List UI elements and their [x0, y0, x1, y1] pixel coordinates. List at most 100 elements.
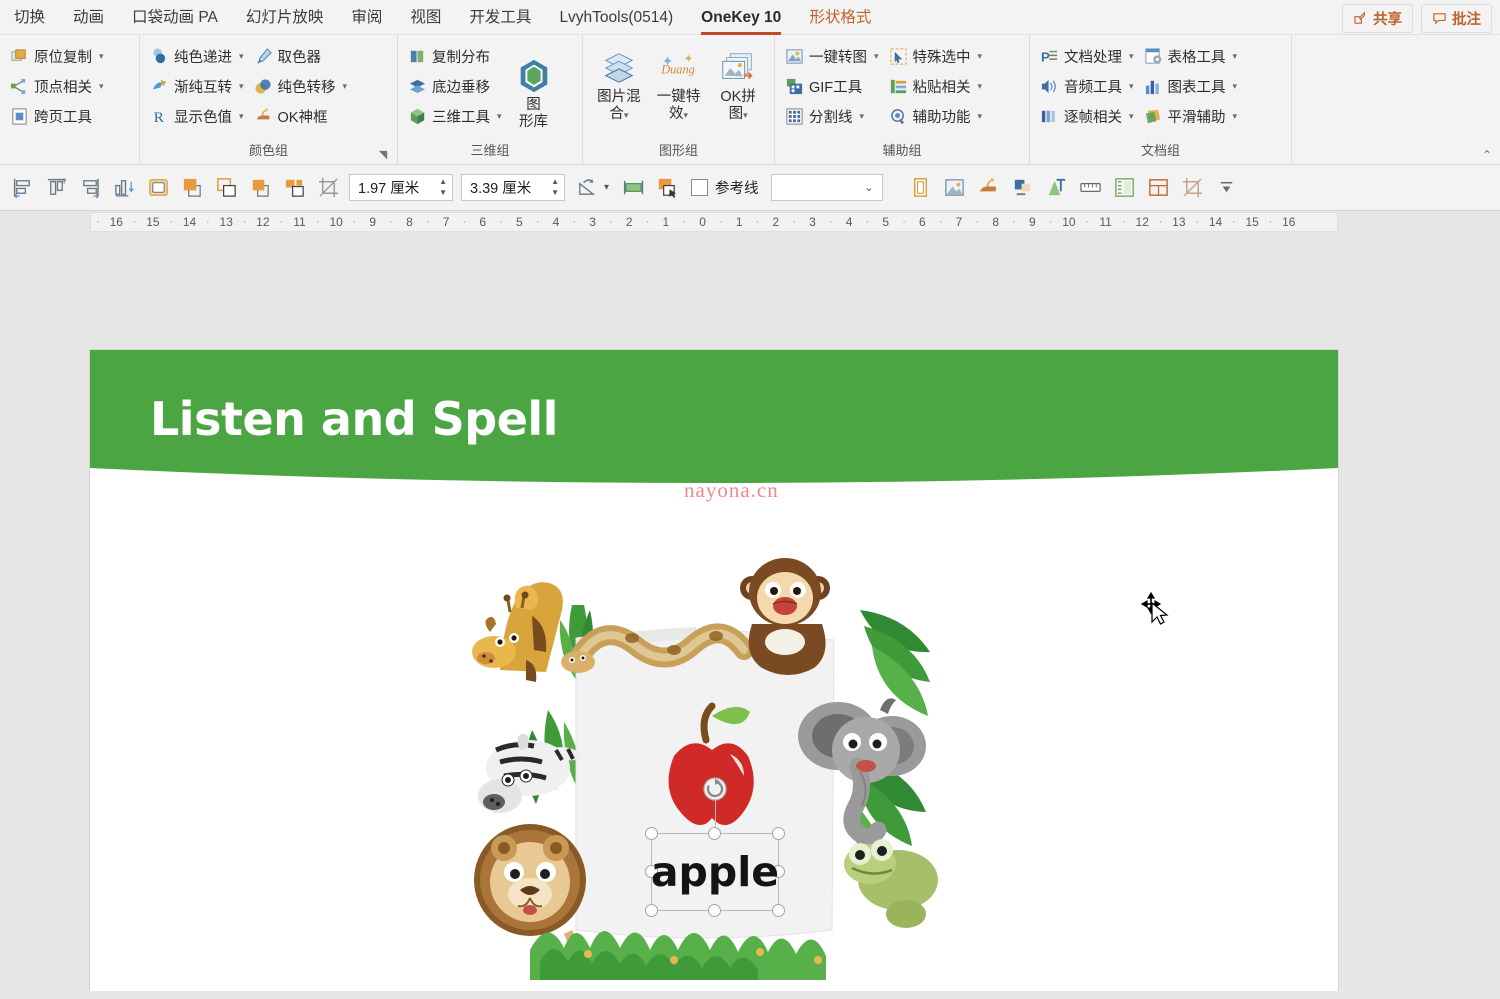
chevron-down-icon[interactable]: ▾ [743, 110, 748, 120]
chevron-down-icon[interactable]: ▾ [1233, 81, 1238, 92]
chevron-down-icon[interactable]: ▾ [1129, 81, 1134, 92]
ribbon-item-paste-related[interactable]: 粘贴相关 ▾ [885, 71, 989, 101]
texture-button[interactable] [1109, 172, 1141, 204]
bring-forward-button[interactable] [244, 172, 276, 204]
text-direction-button[interactable] [1041, 172, 1073, 204]
comment-button[interactable]: 批注 [1421, 4, 1492, 33]
ribbon-item-ok-magic-frame[interactable]: OK神框 [250, 101, 354, 131]
shape-fill-button[interactable] [1007, 172, 1039, 204]
bring-to-front-button[interactable] [176, 172, 208, 204]
rotate-button[interactable] [570, 172, 602, 204]
shape-height-field[interactable]: 1.97 厘米 ▲ ▼ [349, 174, 453, 201]
shape-height-stepper[interactable]: ▲ ▼ [439, 177, 447, 198]
chevron-down-icon[interactable]: ▾ [683, 110, 688, 120]
tab-review[interactable]: 审阅 [351, 0, 382, 35]
ribbon-item-frame-by-frame[interactable]: 逐帧相关 ▾ [1036, 101, 1140, 131]
shape-frame-button[interactable] [905, 172, 937, 204]
ribbon-item-solid-gradient[interactable]: 纯色递进 ▾ [146, 41, 250, 71]
ribbon-item-show-color-value[interactable]: R 显示色值 ▾ [146, 101, 250, 131]
ribbon-item-color-transfer[interactable]: 纯色转移 ▾ [250, 71, 354, 101]
chevron-down-icon[interactable]: ▾ [239, 81, 244, 92]
ribbon-item-accessibility[interactable]: 辅助功能 ▾ [885, 101, 989, 131]
send-to-back-button[interactable] [210, 172, 242, 204]
ribbon-item-morph-assist[interactable]: 平滑辅助 ▾ [1140, 101, 1244, 131]
rotate-chevron-down-icon[interactable]: ▾ [604, 182, 609, 193]
chevron-down-icon[interactable]: ▾ [343, 81, 348, 92]
tab-pocket-animation[interactable]: 口袋动画 PA [132, 0, 218, 35]
ribbon-item-divider-line[interactable]: 分割线 ▾ [781, 101, 885, 131]
selection-pane-button[interactable] [651, 172, 683, 204]
ribbon-item-bottom-shift[interactable]: 底边垂移 [404, 71, 508, 101]
shape-width-field[interactable]: 3.39 厘米 ▲ ▼ [461, 174, 565, 201]
tab-animation[interactable]: 动画 [73, 0, 104, 35]
ribbon-item-gradient-convert[interactable]: 渐纯互转 ▾ [146, 71, 250, 101]
ribbon-item-3d-tool[interactable]: 三维工具 ▾ [404, 101, 508, 131]
distribute-vertical-button[interactable] [108, 172, 140, 204]
checkbox-icon[interactable] [691, 179, 709, 196]
share-button[interactable]: 共享 [1342, 4, 1413, 33]
dialog-launcher-icon[interactable]: ◥ [377, 149, 389, 161]
align-center-button[interactable] [40, 172, 72, 204]
stepper-up-icon[interactable]: ▲ [439, 177, 447, 187]
ribbon-item-gif-tool[interactable]: GIF工具 [781, 71, 885, 101]
chevron-down-icon[interactable]: ▾ [497, 111, 502, 122]
chevron-down-icon[interactable]: ▾ [1233, 111, 1238, 122]
more-options-button[interactable] [1211, 172, 1243, 204]
crop-off-button[interactable] [1177, 172, 1209, 204]
ribbon-item-document-process[interactable]: P 文档处理 ▾ [1036, 41, 1140, 71]
chevron-down-icon[interactable]: ▾ [978, 111, 983, 122]
tab-developer[interactable]: 开发工具 [469, 0, 531, 35]
align-object-button[interactable] [617, 172, 649, 204]
chevron-down-icon[interactable]: ▾ [860, 111, 865, 122]
ribbon-item-eyedropper[interactable]: 取色器 [250, 41, 354, 71]
tab-slideshow[interactable]: 幻灯片放映 [246, 0, 324, 35]
ribbon-item-chart-tool[interactable]: 图表工具 ▾ [1140, 71, 1244, 101]
crop-button[interactable] [312, 172, 344, 204]
slide[interactable]: Listen and Spell nayona.cn apple [90, 350, 1338, 991]
chevron-down-icon[interactable]: ▾ [239, 111, 244, 122]
ribbon-item-vertex[interactable]: 顶点相关 ▾ [6, 71, 110, 101]
selected-word-text[interactable]: apple [651, 833, 779, 911]
ribbon-item-convert-to-image[interactable]: 一键转图 ▾ [781, 41, 885, 71]
chevron-down-icon[interactable]: ▾ [1129, 51, 1134, 62]
chevron-down-icon[interactable]: ▾ [874, 51, 879, 62]
chevron-down-icon[interactable]: ▾ [624, 110, 629, 120]
stepper-down-icon[interactable]: ▼ [439, 188, 447, 198]
ribbon-item-table-tool[interactable]: 表格工具 ▾ [1140, 41, 1244, 71]
chevron-down-icon[interactable]: ⌄ [864, 181, 873, 194]
ribbon-item-shape-library[interactable]: 图 形库 [508, 53, 560, 131]
ribbon-item-copy-distribute[interactable]: 复制分布 [404, 41, 508, 71]
ribbon-item-cross-page[interactable]: 跨页工具 [6, 101, 110, 131]
chevron-down-icon[interactable]: ▾ [978, 81, 983, 92]
slide-canvas[interactable]: Listen and Spell nayona.cn apple [0, 233, 1500, 991]
picture-frame-button[interactable] [939, 172, 971, 204]
stepper-down-icon[interactable]: ▼ [551, 188, 559, 198]
ribbon-item-one-key-effect[interactable]: Duang 一键特 效▾ [652, 45, 704, 124]
send-backward-button[interactable] [278, 172, 310, 204]
table-layout-button[interactable] [1143, 172, 1175, 204]
align-right-button[interactable] [74, 172, 106, 204]
chevron-down-icon[interactable]: ▾ [99, 81, 104, 92]
collapse-ribbon-icon[interactable]: ⌃ [1482, 148, 1492, 162]
tab-view[interactable]: 视图 [410, 0, 441, 35]
chevron-down-icon[interactable]: ▾ [99, 51, 104, 62]
stepper-up-icon[interactable]: ▲ [551, 177, 559, 187]
magic-lamp-button[interactable] [973, 172, 1005, 204]
ribbon-item-image-blend[interactable]: 图片混 合▾ [593, 45, 645, 124]
ribbon-item-special-select[interactable]: 特殊选中 ▾ [885, 41, 989, 71]
chevron-down-icon[interactable]: ▾ [1129, 111, 1134, 122]
chevron-down-icon[interactable]: ▾ [978, 51, 983, 62]
align-left-button[interactable] [6, 172, 38, 204]
guide-style-combo[interactable]: ⌄ [770, 174, 883, 201]
chevron-down-icon[interactable]: ▾ [1233, 51, 1238, 62]
tab-onekey10[interactable]: OneKey 10 [701, 0, 782, 35]
tab-shape-format[interactable]: 形状格式 [809, 0, 871, 35]
ribbon-item-ok-collage[interactable]: OK拼 图▾ [712, 45, 764, 124]
tab-switch[interactable]: 切换 [14, 0, 45, 35]
chevron-down-icon[interactable]: ▾ [239, 51, 244, 62]
ribbon-item-duplicate-in-place[interactable]: 原位复制 ▾ [6, 41, 110, 71]
slide-title[interactable]: Listen and Spell [150, 392, 558, 446]
rotate-handle-icon[interactable] [702, 776, 728, 802]
ruler-button[interactable] [1075, 172, 1107, 204]
horizontal-ruler[interactable]: · 16 · 15 · 14 · 13 · 12 · 11 · 10 · 9 · 8 · 7 · 6 · 5 · 4 · 3 · 2 · 1 ·… [90, 212, 1338, 232]
